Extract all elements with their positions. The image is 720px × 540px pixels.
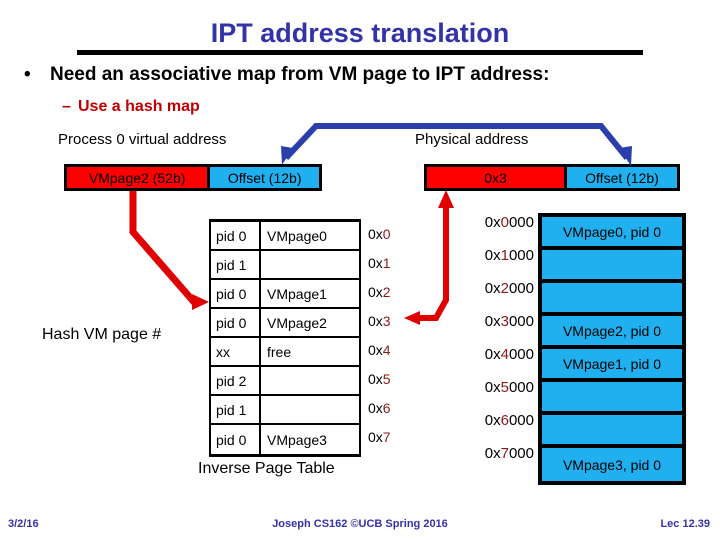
memory-address-label: 0x 0 000 <box>484 214 534 231</box>
memory-block: VMpage2, pid 0 <box>542 316 682 349</box>
bullet-level1-text: Need an associative map from VM page to … <box>50 64 550 85</box>
caption-physical-address: Physical address <box>415 131 529 148</box>
bullet-level2-text: Use a hash map <box>78 98 200 115</box>
virtual-address-page-field: VMpage2 (52b) <box>67 167 211 188</box>
memory-block: VMpage3, pid 0 <box>542 448 682 481</box>
ipt-cell-pid: pid 2 <box>211 367 261 394</box>
page-title: IPT address translation <box>210 18 510 48</box>
ipt-row: pid 0 VMpage1 <box>211 280 359 309</box>
ipt-index-label: 0x 6 <box>368 399 391 416</box>
ipt-index-label: 0x 0 <box>368 225 391 242</box>
memory-address-column: 0x 0 000 0x 1 000 0x 2 000 0x 3 000 0x 4 000 0x 5 000 0x 6 0… <box>460 206 534 470</box>
caption-virtual-address: Process 0 virtual address <box>58 131 227 148</box>
physical-address-frame-field: 0x3 <box>427 167 567 188</box>
ipt-row: pid 2 <box>211 367 359 396</box>
ipt-cell-pid: pid 0 <box>211 425 261 454</box>
ipt-cell-pid: pid 1 <box>211 251 261 278</box>
ipt-row: pid 0 VMpage2 <box>211 309 359 338</box>
ipt-index-label: 0x 1 <box>368 254 391 271</box>
ipt-cell-pid: pid 0 <box>211 309 261 336</box>
ipt-index-label: 0x 4 <box>368 341 391 358</box>
footer-attribution: Joseph CS162 ©UCB Spring 2016 <box>272 518 448 530</box>
memory-block <box>542 382 682 415</box>
memory-block <box>542 283 682 316</box>
ipt-cell-page: VMpage3 <box>267 431 327 448</box>
ipt-cell-pid: pid 0 <box>211 280 261 307</box>
ipt-cell-page <box>261 251 359 278</box>
inverse-page-table: pid 0 VMpage0 pid 1 pid 0 VMpage1 pid 0 VMpage… <box>209 219 361 457</box>
arrow-hash-lookup-red <box>129 191 209 310</box>
physical-memory-column: VMpage0, pid 0 VMpage2, pid 0 VMpage1, pid… <box>538 213 686 485</box>
ipt-row: pid 1 <box>211 396 359 425</box>
virtual-address-offset-field: Offset (12b) <box>210 167 319 188</box>
title-divider <box>77 50 643 55</box>
ipt-cell-page <box>261 396 359 423</box>
ipt-cell-page: VMpage1 <box>267 285 327 302</box>
footer-lecture-number: Lec 12.39 <box>660 518 710 530</box>
ipt-index-label: 0x 2 <box>368 283 391 300</box>
bullet-level1: • Need an associative map from VM page to… <box>24 64 704 86</box>
ipt-index-label: 0x 3 <box>368 312 391 329</box>
ipt-cell-pid: xx <box>211 338 261 365</box>
ipt-row: pid 1 <box>211 251 359 280</box>
ipt-cell-pid: pid 1 <box>211 396 261 423</box>
ipt-cell-page: free <box>267 343 292 360</box>
virtual-address-bar: VMpage2 (52b) Offset (12b) <box>64 164 322 191</box>
memory-block: VMpage1, pid 0 <box>542 349 682 382</box>
ipt-row: xx free <box>211 338 359 367</box>
ipt-cell-pid: pid 0 <box>211 222 261 249</box>
memory-address-label: 0x 3 000 <box>484 313 534 330</box>
memory-address-label: 0x 5 000 <box>484 379 534 396</box>
memory-block <box>542 415 682 448</box>
physical-address-bar: 0x3 Offset (12b) <box>424 164 680 191</box>
bullet-marker-icon: • <box>24 64 31 85</box>
memory-block: VMpage0, pid 0 <box>542 217 682 250</box>
bullet-level2: – Use a hash map <box>62 98 682 116</box>
memory-address-label: 0x 2 000 <box>484 280 534 297</box>
memory-address-label: 0x 4 000 <box>484 346 534 363</box>
memory-address-label: 0x 1 000 <box>484 247 534 264</box>
ipt-cell-page: VMpage2 <box>267 314 327 331</box>
ipt-index-label: 0x 7 <box>368 428 391 445</box>
ipt-row: pid 0 VMpage3 <box>211 425 359 454</box>
dash-marker-icon: – <box>62 98 71 115</box>
slide-canvas: IPT address translation • Need an associa… <box>0 0 720 540</box>
caption-inverse-page-table: Inverse Page Table <box>198 460 335 477</box>
inverse-page-table-index-column: 0x 0 0x 1 0x 2 0x 3 0x 4 0x 5 0x 6 0x 7 <box>368 219 414 451</box>
memory-address-label: 0x 7 000 <box>484 445 534 462</box>
physical-address-offset-field: Offset (12b) <box>567 167 677 188</box>
memory-address-label: 0x 6 000 <box>484 412 534 429</box>
memory-block <box>542 250 682 283</box>
ipt-row: pid 0 VMpage0 <box>211 222 359 251</box>
ipt-cell-page <box>261 367 359 394</box>
caption-hash-vm-page: Hash VM page # <box>42 326 162 343</box>
ipt-cell-page: VMpage0 <box>267 227 327 244</box>
ipt-index-label: 0x 5 <box>368 370 391 387</box>
